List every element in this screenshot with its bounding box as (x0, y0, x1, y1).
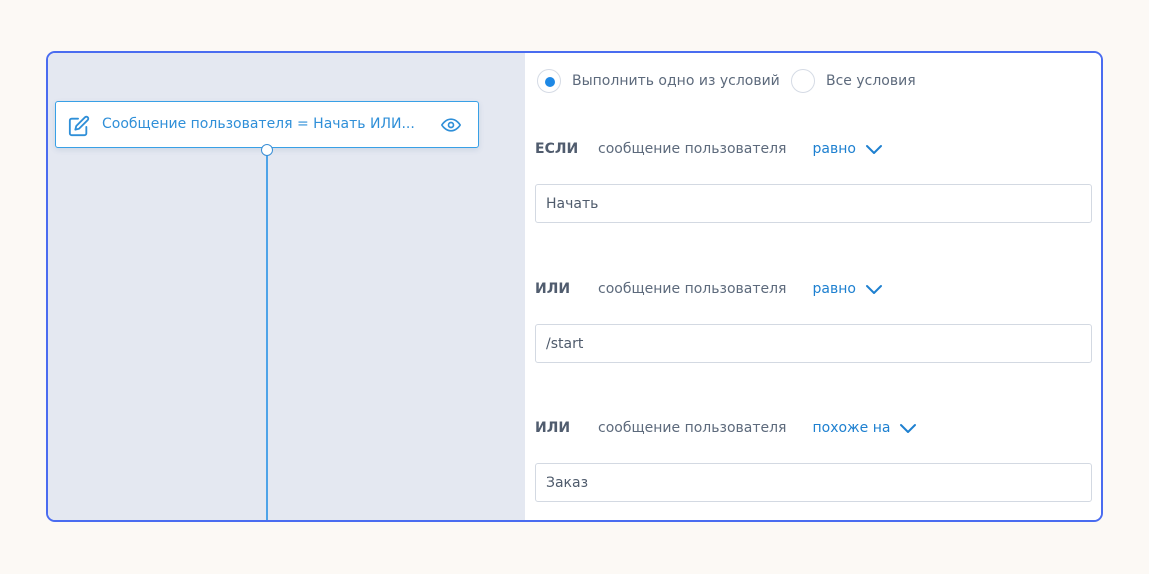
condition-value-input[interactable]: /start (535, 324, 1092, 363)
edit-icon[interactable] (68, 115, 90, 137)
connection-line (266, 155, 268, 520)
condition-field[interactable]: сообщение пользователя (598, 281, 786, 297)
condition-row: ИЛИ сообщение пользователя похоже на (535, 418, 917, 438)
mode-option-all-label: Все условия (826, 73, 916, 89)
eye-icon[interactable] (441, 117, 461, 133)
mode-option-any[interactable]: Выполнить одно из условий (537, 69, 780, 93)
condition-node[interactable]: Сообщение пользователя = Начать ИЛИ... (55, 101, 479, 148)
chevron-down-icon[interactable] (899, 422, 917, 434)
condition-value-input[interactable]: Начать (535, 184, 1092, 223)
condition-keyword: ИЛИ (535, 281, 571, 297)
condition-field[interactable]: сообщение пользователя (598, 141, 786, 157)
condition-keyword: ИЛИ (535, 420, 571, 436)
mode-option-any-label: Выполнить одно из условий (572, 73, 780, 89)
condition-operator[interactable]: похоже на (812, 420, 890, 436)
condition-operator[interactable]: равно (812, 141, 855, 157)
condition-field[interactable]: сообщение пользователя (598, 420, 786, 436)
node-title: Сообщение пользователя = Начать ИЛИ... (102, 116, 415, 132)
condition-operator[interactable]: равно (812, 281, 855, 297)
chevron-down-icon[interactable] (865, 283, 883, 295)
radio-any[interactable] (537, 69, 561, 93)
chevron-down-icon[interactable] (865, 143, 883, 155)
node-output-port[interactable] (261, 144, 273, 156)
condition-value-input[interactable]: Заказ (535, 463, 1092, 502)
condition-keyword: ЕСЛИ (535, 141, 579, 157)
flow-editor-frame: Сообщение пользователя = Начать ИЛИ... В… (46, 51, 1103, 522)
flow-canvas[interactable]: Сообщение пользователя = Начать ИЛИ... (48, 53, 525, 520)
radio-all[interactable] (791, 69, 815, 93)
mode-option-all[interactable]: Все условия (791, 69, 916, 93)
condition-row: ИЛИ сообщение пользователя равно (535, 279, 883, 299)
condition-row: ЕСЛИ сообщение пользователя равно (535, 139, 883, 159)
conditions-panel: Выполнить одно из условий Все условия ЕС… (525, 53, 1101, 520)
